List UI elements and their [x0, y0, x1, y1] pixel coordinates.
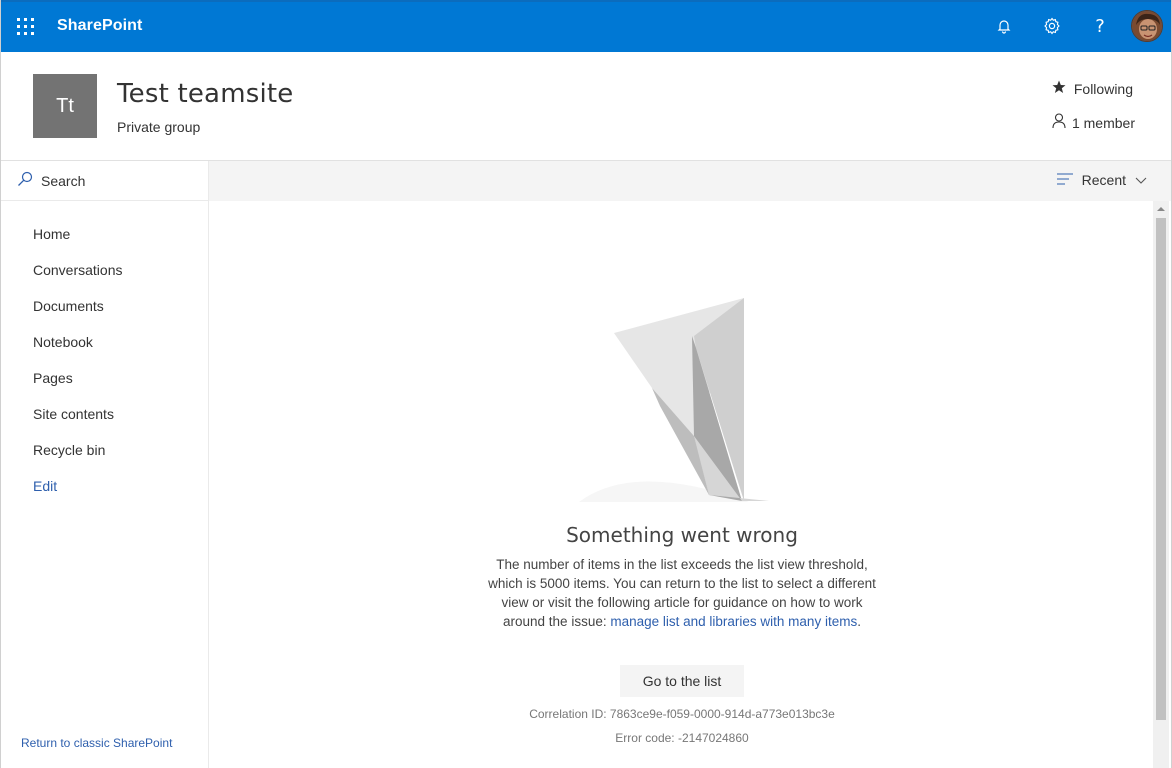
main-content: Something went wrong The number of items…	[209, 201, 1155, 768]
nav-item-notebook[interactable]: Notebook	[1, 324, 208, 360]
return-to-classic-link[interactable]: Return to classic SharePoint	[21, 736, 172, 750]
nav-item-site-contents[interactable]: Site contents	[1, 396, 208, 432]
go-to-list-button[interactable]: Go to the list	[620, 665, 744, 697]
site-subtitle: Private group	[117, 119, 201, 135]
sort-recent-dropdown[interactable]: Recent	[1056, 172, 1147, 188]
nav-item-pages[interactable]: Pages	[1, 360, 208, 396]
error-message-end: .	[857, 614, 861, 629]
help-icon[interactable]: ?	[1086, 12, 1114, 40]
nav-item-home[interactable]: Home	[1, 216, 208, 252]
vertical-scrollbar[interactable]	[1153, 201, 1169, 768]
sort-lines-icon	[1056, 172, 1073, 188]
left-navigation: Search Home Conversations Documents Note…	[1, 161, 209, 768]
chevron-down-icon	[1135, 172, 1147, 188]
nav-item-conversations[interactable]: Conversations	[1, 252, 208, 288]
members-button[interactable]: 1 member	[1052, 113, 1135, 132]
sort-label: Recent	[1081, 172, 1126, 188]
error-title: Something went wrong	[566, 523, 798, 547]
follow-label: Following	[1073, 80, 1133, 97]
error-code: Error code: -2147024860	[615, 731, 749, 745]
scroll-up-arrow-icon[interactable]	[1153, 201, 1169, 217]
gear-icon[interactable]	[1038, 12, 1066, 40]
site-title[interactable]: Test teamsite	[117, 79, 293, 109]
nav-edit-link[interactable]: Edit	[1, 468, 208, 504]
nav-item-documents[interactable]: Documents	[1, 288, 208, 324]
person-icon	[1052, 113, 1066, 132]
members-label: 1 member	[1071, 114, 1135, 131]
waffle-icon[interactable]	[15, 16, 35, 36]
search-icon	[17, 171, 33, 190]
command-bar: Recent	[209, 161, 1171, 201]
follow-button[interactable]: Following	[1052, 80, 1133, 97]
sharepoint-window: SharePoint ? Tt Test teamsite Private gr…	[0, 0, 1172, 768]
error-message: The number of items in the list exceeds …	[487, 555, 877, 631]
nav-item-recycle-bin[interactable]: Recycle bin	[1, 432, 208, 468]
star-icon	[1052, 80, 1066, 97]
scrollbar-thumb[interactable]	[1156, 218, 1166, 720]
user-avatar[interactable]	[1131, 10, 1163, 42]
bell-icon[interactable]	[990, 12, 1018, 40]
nav-list: Home Conversations Documents Notebook Pa…	[1, 216, 208, 504]
site-logo[interactable]: Tt	[33, 74, 97, 138]
search-box[interactable]: Search	[1, 161, 208, 201]
site-header: Tt Test teamsite Private group Following…	[1, 52, 1171, 161]
paper-plane-illustration	[574, 296, 774, 506]
search-label: Search	[41, 172, 86, 189]
correlation-id: Correlation ID: 7863ce9e-f059-0000-914d-…	[529, 707, 835, 721]
suite-bar: SharePoint ?	[1, 0, 1171, 52]
app-brand[interactable]: SharePoint	[57, 17, 142, 35]
guidance-article-link[interactable]: manage list and libraries with many item…	[610, 614, 857, 629]
